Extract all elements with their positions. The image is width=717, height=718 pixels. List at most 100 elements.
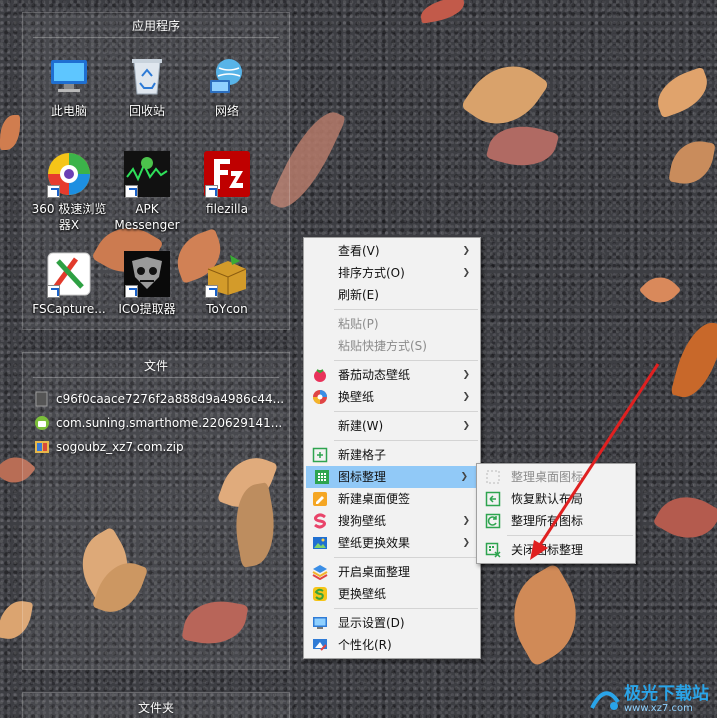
submenu-item-organize-desktop-icons[interactable]: 整理桌面图标 <box>477 466 635 488</box>
menu-separator <box>334 440 478 441</box>
desktop-icon-label: 360 极速浏览器X <box>31 202 107 232</box>
apk-messenger-icon <box>123 150 171 198</box>
submenu-arrow-icon: ❯ <box>462 370 470 380</box>
desktop-context-menu[interactable]: 查看(V) ❯ 排序方式(O) ❯ 刷新(E) 粘贴(P) 粘贴快捷方式(S) 番茄… <box>303 237 481 659</box>
desktop-icon-360-browser[interactable]: 360 极速浏览器X <box>30 150 108 233</box>
shortcut-arrow-icon <box>205 185 218 198</box>
file-item[interactable]: c96f0caace7276f2a888d9a4986c44... <box>34 388 284 410</box>
menu-item-display-settings[interactable]: 显示设置(D) <box>304 612 480 634</box>
menu-item-label: 恢复默认布局 <box>511 492 584 506</box>
submenu-arrow-icon: ❯ <box>462 246 470 256</box>
android-apk-icon <box>35 416 49 430</box>
wallpaper-leaf <box>650 66 715 119</box>
fence-title: 文件夹 <box>137 701 174 715</box>
desktop-icon-network[interactable]: 网络 <box>188 52 266 119</box>
menu-item-label: 整理所有图标 <box>511 514 584 528</box>
display-settings-icon <box>313 617 327 629</box>
submenu-item-organize-all[interactable]: 整理所有图标 <box>477 510 635 532</box>
network-icon <box>203 52 251 100</box>
folders-fence[interactable]: 文件夹 <box>22 692 290 718</box>
shortcut-arrow-icon <box>125 185 138 198</box>
menu-item-sort-by[interactable]: 排序方式(O) ❯ <box>304 262 480 284</box>
computer-icon <box>45 52 93 100</box>
menu-item-new-grid[interactable]: 新建格子 <box>304 444 480 466</box>
menu-item-desktop-organize[interactable]: 开启桌面整理 <box>304 561 480 583</box>
desktop-icon-filezilla[interactable]: filezilla <box>188 150 266 217</box>
watermark-logo-icon <box>590 690 620 710</box>
wallpaper-leaf <box>668 136 716 189</box>
icon-organize-submenu[interactable]: 整理桌面图标 恢复默认布局 整理所有图标 关闭图标整理 <box>476 463 636 564</box>
submenu-arrow-icon: ❯ <box>460 472 468 482</box>
close-organize-icon <box>485 542 501 558</box>
wallpaper-leaf <box>652 484 717 551</box>
menu-item-label: 查看(V) <box>338 244 380 258</box>
desktop-icon-label: 网络 <box>214 104 239 118</box>
file-icon <box>35 391 48 407</box>
file-item-label: com.suning.smarthome.220629141... <box>56 416 283 430</box>
submenu-arrow-icon: ❯ <box>462 516 470 526</box>
menu-item-label: 整理桌面图标 <box>511 470 584 484</box>
menu-item-label: 粘贴快捷方式(S) <box>338 339 427 353</box>
site-watermark: 极光下载站 www.xz7.com <box>590 685 709 714</box>
restore-layout-icon <box>485 491 501 507</box>
ico-extractor-icon <box>123 250 171 298</box>
shortcut-arrow-icon <box>125 285 138 298</box>
desktop-icon-label: APK Messenger <box>114 202 180 232</box>
fence-title: 应用程序 <box>131 19 180 33</box>
menu-separator <box>507 535 633 536</box>
wallpaper-leaf <box>485 117 560 175</box>
menu-item-new[interactable]: 新建(W) ❯ <box>304 415 480 437</box>
browser-360-icon <box>45 150 93 198</box>
menu-item-label: 更换壁纸 <box>338 587 387 601</box>
organize-desktop-icons-icon <box>486 470 500 484</box>
menu-item-sogou-wallpaper[interactable]: 搜狗壁纸 ❯ <box>304 510 480 532</box>
menu-item-label: 粘贴(P) <box>338 317 379 331</box>
menu-item-paste-shortcut[interactable]: 粘贴快捷方式(S) <box>304 335 480 357</box>
menu-item-label: 壁纸更换效果 <box>338 536 411 550</box>
file-item[interactable]: com.suning.smarthome.220629141... <box>34 412 282 434</box>
menu-item-label: 显示设置(D) <box>338 616 405 630</box>
menu-item-label: 番茄动态壁纸 <box>338 368 411 382</box>
desktop-icon-toycon[interactable]: ToYcon <box>188 250 266 317</box>
shortcut-arrow-icon <box>47 185 60 198</box>
menu-item-refresh[interactable]: 刷新(E) <box>304 284 480 306</box>
menu-item-view[interactable]: 查看(V) ❯ <box>304 240 480 262</box>
menu-item-label: 图标整理 <box>338 470 387 484</box>
file-item-label: c96f0caace7276f2a888d9a4986c44... <box>56 392 285 406</box>
desktop-icon-recycle-bin[interactable]: 回收站 <box>108 52 186 119</box>
desktop-icon-label: 此电脑 <box>50 104 87 118</box>
replace-wallpaper-icon <box>313 587 327 601</box>
fscapture-icon <box>45 250 93 298</box>
wallpaper-leaf <box>494 562 596 668</box>
desktop-icon-this-pc[interactable]: 此电脑 <box>30 52 108 119</box>
wallpaper-leaf <box>670 316 717 404</box>
menu-item-paste[interactable]: 粘贴(P) <box>304 313 480 335</box>
desktop-note-icon <box>313 492 327 506</box>
menu-item-wallpaper-effect[interactable]: 壁纸更换效果 ❯ <box>304 532 480 554</box>
menu-item-change-wallpaper[interactable]: 换壁纸 ❯ <box>304 386 480 408</box>
desktop-icon-label: ICO提取器 <box>118 302 176 316</box>
toycon-icon <box>203 250 251 298</box>
wallpaper-leaf <box>418 0 467 24</box>
menu-separator <box>334 309 478 310</box>
desktop-icon-ico-extractor[interactable]: ICO提取器 <box>108 250 186 317</box>
fence-divider <box>33 377 279 378</box>
menu-item-desktop-note[interactable]: 新建桌面便签 <box>304 488 480 510</box>
submenu-item-close-organize[interactable]: 关闭图标整理 <box>477 539 635 561</box>
menu-item-personalize[interactable]: 个性化(R) <box>304 634 480 656</box>
desktop-organize-icon <box>312 565 328 580</box>
menu-item-label: 刷新(E) <box>338 288 379 302</box>
menu-separator <box>334 557 478 558</box>
menu-item-label: 新建格子 <box>338 448 387 462</box>
menu-item-label: 关闭图标整理 <box>511 543 584 557</box>
menu-item-label: 个性化(R) <box>338 638 392 652</box>
menu-item-label: 新建(W) <box>338 419 384 433</box>
desktop-icon-fscapture[interactable]: FSCapture... <box>30 250 108 317</box>
menu-item-tomato-wallpaper[interactable]: 番茄动态壁纸 ❯ <box>304 364 480 386</box>
submenu-item-restore-layout[interactable]: 恢复默认布局 <box>477 488 635 510</box>
zip-archive-icon <box>35 441 49 453</box>
menu-item-replace-wallpaper[interactable]: 更换壁纸 <box>304 583 480 605</box>
desktop-icon-apk-messenger[interactable]: APK Messenger <box>108 150 186 233</box>
menu-item-icon-organize[interactable]: 图标整理 ❯ <box>306 466 478 488</box>
file-item[interactable]: sogoubz_xz7.com.zip <box>34 436 184 458</box>
